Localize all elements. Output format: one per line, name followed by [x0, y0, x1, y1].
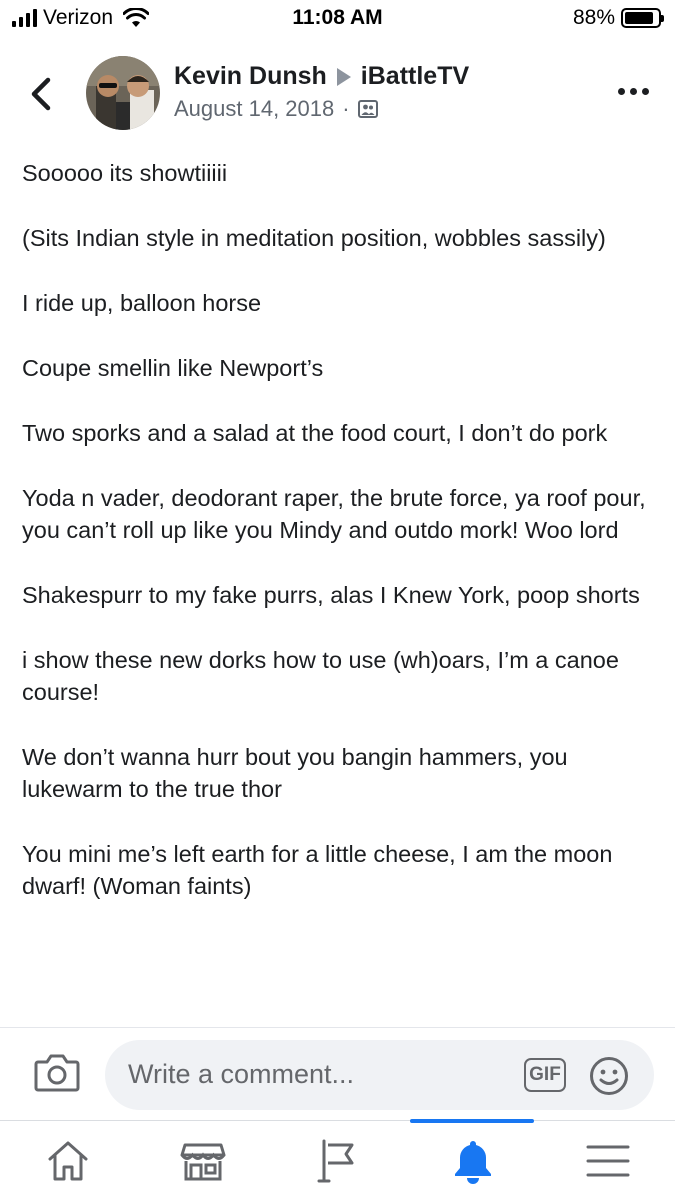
post-paragraph: (Sits Indian style in meditation positio…	[22, 225, 606, 251]
post-paragraph: Shakespurr to my fake purrs, alas I Knew…	[22, 582, 640, 608]
wifi-icon	[123, 8, 150, 27]
post-paragraph: I ride up, balloon horse	[22, 290, 262, 316]
signal-strength-icon	[12, 9, 37, 27]
target-page-name[interactable]: iBattleTV	[361, 62, 469, 91]
author-name[interactable]: Kevin Dunsh	[174, 62, 327, 91]
avatar[interactable]	[86, 56, 160, 130]
status-left: Verizon	[12, 6, 150, 30]
post-paragraph: Coupe smellin like Newport’s	[22, 355, 324, 381]
tab-menu[interactable]	[540, 1121, 675, 1200]
avatar-photo	[86, 56, 160, 130]
post-paragraph: We don’t wanna hurr bout you bangin hamm…	[22, 744, 568, 802]
post-date[interactable]: August 14, 2018	[174, 96, 334, 122]
status-right: 88%	[572, 6, 664, 30]
status-bar: Verizon 11:08 AM 88%	[0, 0, 675, 36]
comment-bar: Write a comment... GIF	[0, 1027, 675, 1120]
post-header: Kevin Dunsh iBattleTV August 14, 2018 ·	[0, 52, 675, 138]
comment-placeholder[interactable]: Write a comment...	[128, 1059, 354, 1090]
post-paragraph: i show these new dorks how to use (wh)oa…	[22, 647, 619, 705]
battery-icon	[621, 8, 664, 28]
more-options-button[interactable]	[618, 88, 649, 95]
marketplace-icon	[180, 1143, 225, 1181]
gif-button[interactable]: GIF	[524, 1058, 566, 1092]
battery-percentage: 88%	[572, 6, 615, 29]
group-audience-icon	[357, 100, 378, 118]
notifications-bell-icon	[454, 1141, 491, 1184]
arrow-right-icon	[336, 67, 351, 86]
meta-separator: ·	[342, 96, 350, 121]
back-button[interactable]	[26, 76, 56, 112]
tab-pages[interactable]	[270, 1121, 405, 1200]
post-paragraph: Two sporks and a salad at the food court…	[22, 420, 608, 446]
author-line: Kevin Dunsh iBattleTV	[174, 62, 469, 91]
pages-flag-icon	[317, 1139, 353, 1183]
battery-fill	[625, 12, 654, 24]
tab-marketplace[interactable]	[135, 1121, 270, 1200]
tab-notifications[interactable]	[405, 1121, 540, 1200]
home-icon	[48, 1141, 87, 1181]
post-meta: August 14, 2018 ·	[174, 96, 378, 122]
carrier-name: Verizon	[43, 6, 114, 29]
post-paragraph: Yoda n vader, deodorant raper, the brute…	[22, 485, 646, 543]
post-paragraph: You mini me’s left earth for a little ch…	[22, 841, 613, 899]
more-dots-icon	[618, 88, 625, 95]
bottom-tab-bar	[0, 1119, 675, 1200]
emoji-icon[interactable]	[589, 1056, 629, 1096]
post-body: Sooooo its showtiiiii (Sits Indian style…	[22, 157, 652, 1027]
post-paragraph: Sooooo its showtiiiii	[22, 160, 228, 186]
camera-icon[interactable]	[34, 1052, 80, 1092]
tab-home[interactable]	[0, 1121, 135, 1200]
menu-icon	[586, 1145, 629, 1177]
